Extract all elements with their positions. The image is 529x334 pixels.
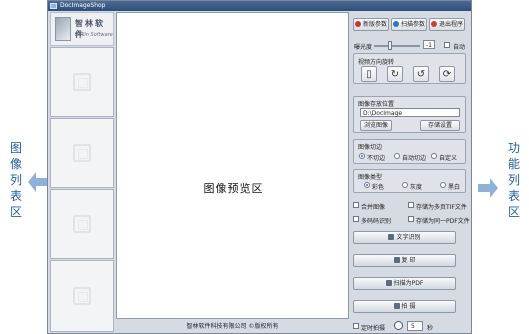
title-bar: DocImageShop — [48, 1, 471, 11]
storage-group: 图像存放位置 D:\DocImage 浏览图像 存储设置 — [353, 96, 466, 133]
rotate-180-button[interactable]: ⟳ — [439, 66, 455, 82]
rotate-ccw-icon: ↺ — [416, 69, 426, 80]
color-type-title: 图像类型 — [358, 174, 383, 181]
timer-unit-label: 秒 — [427, 325, 434, 332]
merge-image-checkbox[interactable] — [353, 202, 359, 208]
document-icon: ▯ — [366, 69, 372, 80]
storage-title: 图像存放位置 — [358, 101, 395, 108]
gear-icon — [354, 21, 361, 27]
clock-icon — [394, 321, 403, 330]
color-type-group: 图像类型 彩色 灰度 黑白 — [353, 169, 466, 193]
grayscale-label: 灰度 — [410, 184, 423, 191]
settings-icon — [392, 21, 399, 27]
annotation-char: 图 — [9, 141, 22, 155]
printer-icon — [393, 257, 400, 263]
exit-button[interactable]: 退出程序 — [429, 18, 465, 31]
image-preview-area[interactable]: 图像预览区 — [116, 12, 349, 319]
app-icon — [50, 3, 57, 9]
exposure-slider-thumb[interactable] — [388, 41, 393, 50]
right-arrow-icon — [478, 178, 498, 198]
preview-label: 图像预览区 — [203, 182, 264, 195]
function-area-annotation: 功 能 列 表 区 — [478, 140, 528, 230]
timed-capture-label: 定时拍摄 — [361, 325, 386, 332]
rotate-cw-icon: ↻ — [390, 69, 400, 80]
crop-auto-radio[interactable] — [394, 153, 400, 159]
exposure-value-field[interactable]: -1 — [423, 40, 435, 49]
storage-settings-button[interactable]: 存储设置 — [420, 120, 460, 131]
scan-params-button[interactable]: 扫描参数 — [391, 18, 427, 31]
auto-exposure-label: 自动 — [453, 44, 466, 51]
crop-custom-label: 自定义 — [439, 155, 458, 162]
image-placeholder-icon — [73, 287, 91, 305]
image-placeholder-icon — [73, 73, 91, 91]
annotation-char: 功 — [507, 141, 520, 155]
color-radio[interactable] — [364, 182, 370, 188]
capture-button[interactable]: 拍 摄 — [353, 300, 456, 313]
storage-path-input[interactable]: D:\DocImage — [360, 108, 460, 117]
save-single-pdf-label: 存储为同一PDF文件 — [416, 218, 470, 225]
logo-mark-icon — [55, 17, 71, 41]
thumbnail-slot[interactable] — [50, 260, 114, 332]
rotate-ccw-button[interactable]: ↺ — [413, 66, 429, 82]
app-window: DocImageShop 智林软件 Zhilin Software 图像预览区 … — [47, 0, 472, 334]
window-title: DocImageShop — [60, 2, 106, 9]
color-label: 彩色 — [372, 184, 385, 191]
annotation-char: 表 — [507, 189, 520, 203]
image-placeholder-icon — [73, 215, 91, 233]
annotation-char: 区 — [9, 205, 22, 219]
multi-barcode-label: 多码码识别 — [361, 218, 392, 225]
rotate-full-icon: ⟳ — [442, 69, 452, 80]
crop-none-radio[interactable] — [359, 153, 365, 159]
grayscale-radio[interactable] — [402, 182, 408, 188]
thumbnail-slot[interactable] — [50, 47, 114, 117]
annotation-char: 表 — [9, 189, 22, 203]
text-icon — [388, 234, 395, 240]
copyright-text: 智林软件科技有限公司 ©版权所有 — [186, 323, 279, 330]
timed-capture-checkbox[interactable] — [353, 323, 359, 329]
crop-group: 图像切边 不切边 自动切边 自定义 — [353, 139, 466, 164]
brand-name-en: Zhilin Software — [75, 32, 113, 38]
thumbnail-area-annotation: 图 像 列 表 区 — [4, 140, 48, 230]
annotation-char: 列 — [9, 173, 22, 187]
exposure-label: 曝光度 — [354, 44, 373, 51]
timer-seconds-input[interactable]: 5 — [407, 321, 423, 331]
browse-images-button[interactable]: 浏览图像 — [360, 120, 392, 131]
crop-title: 图像切边 — [358, 144, 383, 151]
annotation-char: 区 — [507, 205, 520, 219]
brand-logo: 智林软件 Zhilin Software — [50, 12, 114, 46]
image-placeholder-icon — [73, 144, 91, 162]
save-single-pdf-checkbox[interactable] — [408, 216, 414, 222]
rotation-title: 视频方向旋转 — [358, 59, 395, 66]
annotation-char: 列 — [507, 173, 520, 187]
merge-image-label: 合并图像 — [361, 204, 386, 211]
save-multi-tif-checkbox[interactable] — [408, 202, 414, 208]
rotation-group: 视频方向旋转 ▯ ↻ ↺ ⟳ — [353, 53, 466, 84]
crop-auto-label: 自动切边 — [402, 155, 427, 162]
auto-exposure-checkbox[interactable] — [444, 42, 450, 48]
rotate-cw-button[interactable]: ↻ — [387, 66, 403, 82]
exposure-slider-track[interactable] — [374, 45, 420, 47]
thumbnail-slot[interactable] — [50, 189, 114, 259]
new-params-button[interactable]: 新版参数 — [353, 18, 389, 31]
blackwhite-label: 黑白 — [448, 184, 461, 191]
left-arrow-icon — [28, 172, 48, 192]
rotate-reset-button[interactable]: ▯ — [361, 66, 377, 82]
blackwhite-radio[interactable] — [440, 182, 446, 188]
pdf-icon — [385, 280, 392, 286]
crop-none-label: 不切边 — [367, 155, 386, 162]
ocr-button[interactable]: 文字识别 — [353, 231, 456, 244]
annotation-char: 能 — [507, 157, 520, 171]
save-multi-tif-label: 存储为多页TIF文件 — [416, 204, 467, 211]
exit-icon — [430, 21, 437, 27]
crop-custom-radio[interactable] — [431, 153, 437, 159]
print-button[interactable]: 复 印 — [353, 254, 456, 267]
multi-barcode-checkbox[interactable] — [353, 216, 359, 222]
thumbnail-slot[interactable] — [50, 118, 114, 188]
camera-icon — [393, 303, 400, 309]
scan-to-pdf-button[interactable]: 扫描为PDF — [353, 277, 456, 290]
annotation-char: 像 — [9, 157, 22, 171]
